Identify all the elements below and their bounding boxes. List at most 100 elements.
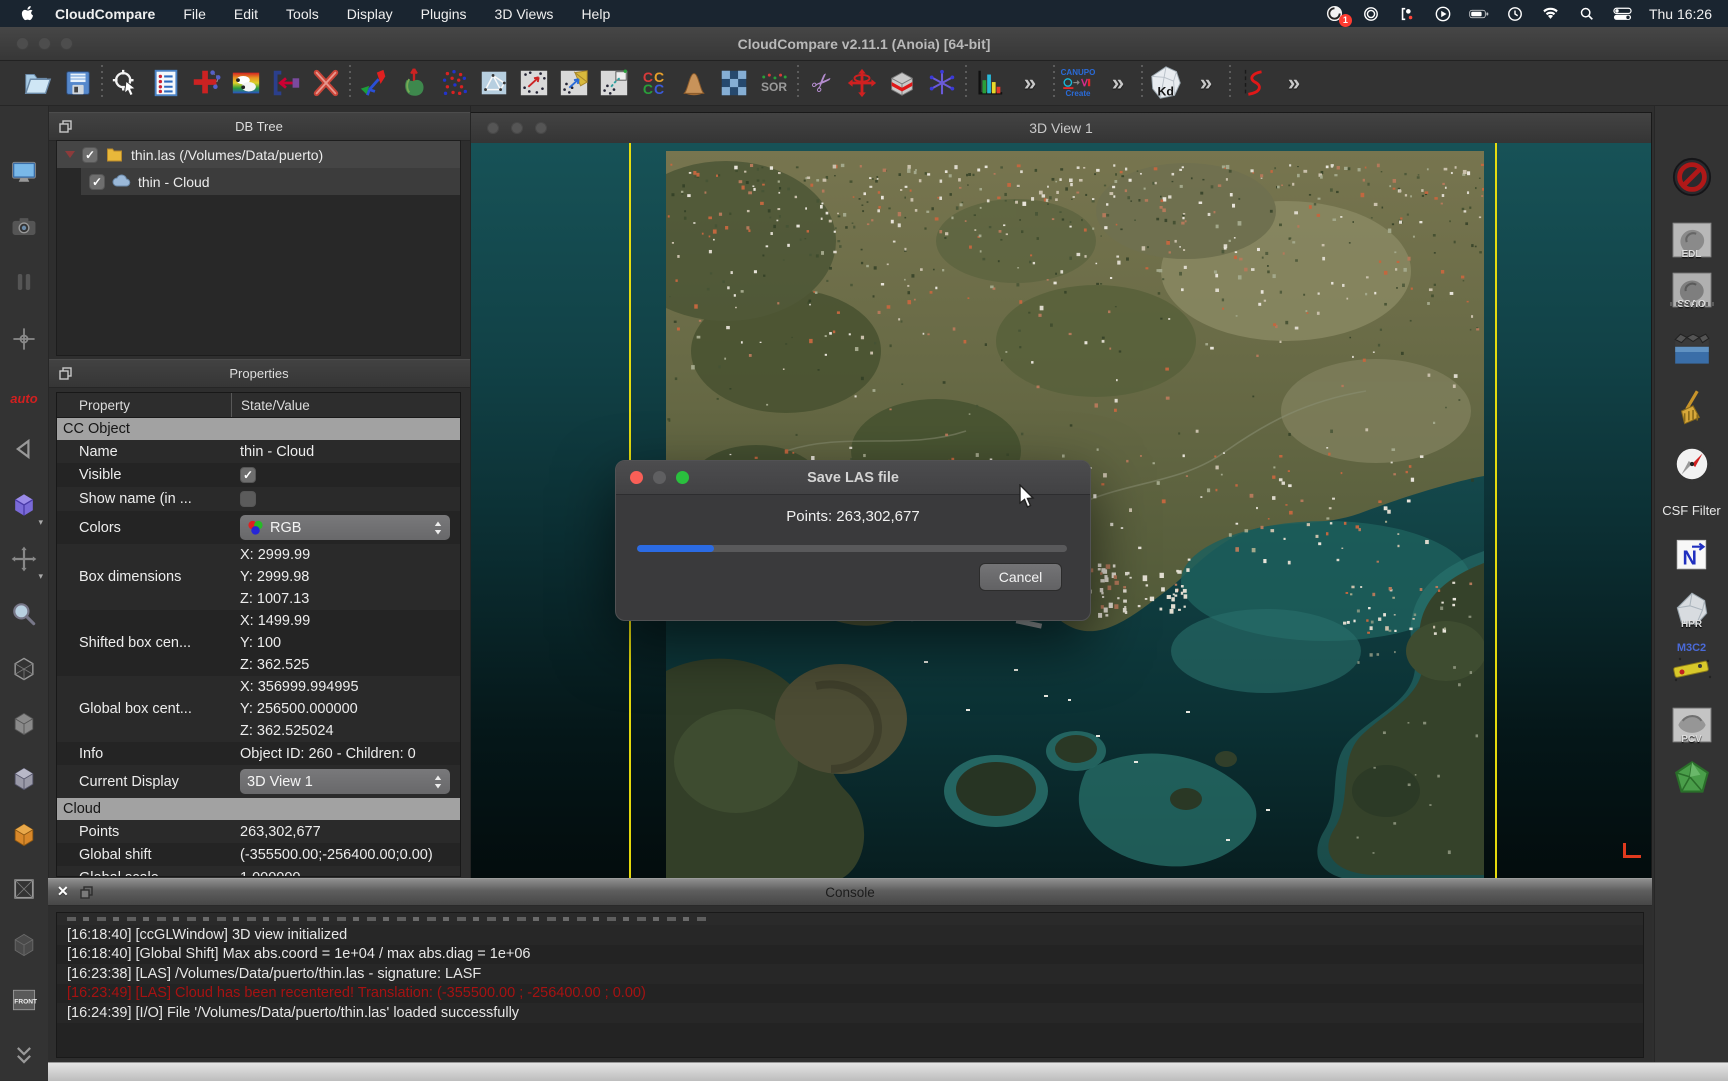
bottom-scrollbar-track[interactable] [48, 1062, 1728, 1081]
view-cube-button[interactable]: ▾ [7, 488, 41, 522]
facets-button[interactable] [1669, 756, 1715, 802]
point-picking-button[interactable] [106, 64, 146, 102]
view-minimize-button[interactable] [511, 122, 523, 134]
menu-item-help[interactable]: Help [567, 6, 624, 22]
visibility-checkbox[interactable]: ✓ [82, 147, 98, 163]
overflow-button[interactable]: » [1186, 64, 1226, 102]
outline-box-button[interactable] [7, 872, 41, 906]
point-list-picking-button[interactable] [922, 64, 962, 102]
visibility-checkbox[interactable]: ✓ [89, 174, 105, 190]
menu-item-file[interactable]: File [169, 6, 220, 22]
camera-button[interactable] [7, 210, 41, 244]
window-zoom-button[interactable] [60, 37, 73, 50]
checkbox[interactable] [240, 491, 256, 507]
label-connected-button[interactable] [714, 64, 754, 102]
app-notification-icon[interactable]: 1 [1325, 5, 1345, 23]
cube-a-button[interactable] [7, 707, 41, 741]
tree-item-thin-las[interactable]: ✓thin.las (/Volumes/Data/puerto) [57, 141, 460, 168]
pause-bars-button[interactable] [7, 265, 41, 299]
overflow-button[interactable]: » [1010, 64, 1050, 102]
menu-clock[interactable]: Thu 16:26 [1649, 6, 1712, 22]
pcv-button[interactable]: PCV [1669, 701, 1715, 747]
dialog-close-button[interactable] [630, 471, 643, 484]
screen-record-icon[interactable] [1397, 5, 1417, 23]
kd-tree-button[interactable]: Kd [1146, 64, 1186, 102]
menu-app-name[interactable]: CloudCompare [41, 6, 169, 22]
dialog-minimize-button[interactable] [653, 471, 666, 484]
battery-icon[interactable] [1469, 5, 1489, 23]
current-display-dropdown[interactable]: 3D View 1 [240, 769, 450, 794]
translate-button[interactable] [354, 64, 394, 102]
canupo-button[interactable]: CANUPOCreate [1058, 64, 1098, 102]
broom-button[interactable] [1669, 386, 1715, 432]
checkbox[interactable]: ✓ [240, 467, 256, 483]
control-center-icon[interactable] [1613, 5, 1633, 23]
segment-button[interactable]: ✂ [802, 64, 842, 102]
console-log[interactable]: [16:18:40] [ccGLWindow] 3D view initiali… [56, 912, 1644, 1058]
delete-button[interactable] [306, 64, 346, 102]
overflow-button[interactable]: » [1274, 64, 1314, 102]
cloud-cloud-distance-button[interactable] [514, 64, 554, 102]
m3c2-button[interactable]: M3C2 [1669, 640, 1715, 686]
view-close-button[interactable] [487, 122, 499, 134]
time-machine-icon[interactable] [1505, 5, 1525, 23]
animation-button[interactable] [1669, 328, 1715, 374]
open-button[interactable] [18, 64, 58, 102]
cube-b-button[interactable] [7, 762, 41, 796]
compass-button[interactable] [1669, 441, 1715, 487]
align-point-pairs-button[interactable]: CCCC [634, 64, 674, 102]
tree-item-thin[interactable]: ✓thin - Cloud [81, 168, 460, 195]
statistical-test-button[interactable] [674, 64, 714, 102]
collapse-left-button[interactable] [7, 432, 41, 466]
normals-button[interactable] [394, 64, 434, 102]
apple-menu-icon[interactable] [20, 5, 35, 22]
ring-icon[interactable] [1361, 5, 1381, 23]
normals-arrow-button[interactable]: N [1669, 530, 1715, 576]
menu-item-3d-views[interactable]: 3D Views [481, 6, 568, 22]
dark-box-button[interactable] [7, 928, 41, 962]
menu-item-edit[interactable]: Edit [220, 6, 272, 22]
menu-item-plugins[interactable]: Plugins [407, 6, 481, 22]
merge-button[interactable] [266, 64, 306, 102]
translate-rotate-button[interactable] [842, 64, 882, 102]
pivot-button[interactable] [7, 322, 41, 356]
play-icon[interactable] [1433, 5, 1453, 23]
csf-filter-button[interactable]: CSF Filter [1669, 487, 1715, 533]
add-point-button[interactable] [186, 64, 226, 102]
cancel-button[interactable]: Cancel [979, 563, 1062, 591]
display-button[interactable] [7, 155, 41, 189]
pan-button[interactable]: ▾ [7, 542, 41, 576]
front-view-button[interactable]: FRONT [7, 983, 41, 1017]
overflow-button[interactable]: » [1098, 64, 1138, 102]
colors-dropdown[interactable]: RGB [240, 515, 450, 540]
menu-item-display[interactable]: Display [333, 6, 407, 22]
save-button[interactable] [58, 64, 98, 102]
window-close-button[interactable] [16, 37, 29, 50]
clone-button[interactable] [226, 64, 266, 102]
histogram-button[interactable] [970, 64, 1010, 102]
register-button[interactable] [594, 64, 634, 102]
no-filter-button[interactable] [1669, 154, 1715, 200]
orange-box-button[interactable] [7, 818, 41, 852]
wire-cube-button[interactable] [7, 652, 41, 686]
view-zoom-button[interactable] [535, 122, 547, 134]
s-curve-button[interactable] [1234, 64, 1274, 102]
hpr-button[interactable]: HPR [1669, 586, 1715, 632]
menu-item-tools[interactable]: Tools [272, 6, 333, 22]
edl-button[interactable]: EDL [1669, 216, 1715, 262]
search-icon[interactable] [1577, 5, 1597, 23]
zoom-button[interactable] [7, 597, 41, 631]
properties-list-button[interactable] [146, 64, 186, 102]
clipping-box-button[interactable] [882, 64, 922, 102]
subsample-button[interactable] [434, 64, 474, 102]
auto-pivot-button[interactable]: auto [7, 382, 41, 416]
cloud-mesh-distance-button[interactable] [554, 64, 594, 102]
undock-icon[interactable] [57, 118, 73, 134]
dialog-zoom-button[interactable] [676, 471, 689, 484]
expand-triangle-icon[interactable] [65, 151, 75, 158]
mesh-button[interactable] [474, 64, 514, 102]
undock-icon[interactable] [57, 365, 73, 381]
wifi-icon[interactable] [1541, 5, 1561, 23]
down-chevrons-button[interactable] [7, 1038, 41, 1072]
sor-filter-button[interactable]: SOR [754, 64, 794, 102]
